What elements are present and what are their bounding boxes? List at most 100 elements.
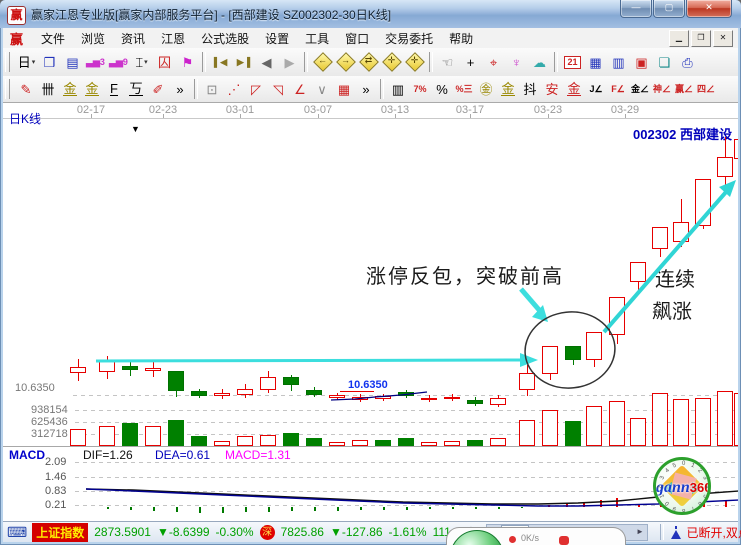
angle-lines-button[interactable]: ∠ [289,78,311,100]
menu-file[interactable]: 文件 [33,28,73,49]
chart-region[interactable]: 02-1702-2303-0103-0703-1303-1703-2303-29… [3,102,738,522]
an-box-button[interactable]: 安 [541,78,563,100]
first-page-button[interactable]: ▌◀ [209,51,232,73]
green-orb-icon[interactable] [450,530,504,545]
menu-browse[interactable]: 浏览 [73,28,113,49]
j-angle-button[interactable]: J∠ [585,78,607,100]
yellow-diamond-arrow-2-button[interactable]: → [334,51,357,73]
candle-body [306,390,322,395]
yellow-diamond-arrow-4-button[interactable]: ✛ [380,51,403,73]
copy-globe-button[interactable]: ❏ [653,51,676,73]
gann-fan-button[interactable]: ⋰ [223,78,245,100]
macd-pane-title[interactable]: MACD [9,448,45,462]
flag-analysis-button[interactable]: ⚑ [176,51,199,73]
menu-gann[interactable]: 江恩 [153,28,193,49]
dropdown-arrow-icon[interactable]: ▾ [32,58,36,66]
hook-grid-button[interactable]: 丂 [125,78,147,100]
menu-formula-stockpick[interactable]: 公式选股 [193,28,257,49]
sz-market-icon[interactable]: 深 [260,525,275,540]
box-fan-1-button[interactable]: ◸ [245,78,267,100]
caption-buttons: — ▢ ✕ [619,0,732,18]
last-page-button[interactable]: ▶▐ [232,51,255,73]
menu-news[interactable]: 资讯 [113,28,153,49]
candle-style-button[interactable]: ⌶▾ [130,51,153,73]
drawing-frame-button[interactable]: 囚 [153,51,176,73]
hand-tool-button[interactable]: ☜ [436,51,459,73]
si-angle-button[interactable]: 四∠ [695,78,717,100]
zigzag-button[interactable]: ∨ [311,78,333,100]
red-grid-button[interactable]: ▦ [333,78,355,100]
period-dropdown-icon[interactable]: ▼ [131,124,140,134]
mdi-close-button[interactable]: ✕ [713,30,733,47]
mdi-restore-button[interactable]: ❐ [691,30,711,47]
menu-settings[interactable]: 设置 [257,28,297,49]
menu-window[interactable]: 窗口 [337,28,377,49]
notes-button[interactable]: ▥ [607,51,630,73]
sh-index-badge[interactable]: 上证指数 [32,523,88,542]
overflow-1-button[interactable]: » [169,78,191,100]
gold-angle-button[interactable]: 金∠ [629,78,651,100]
yellow-diamond-arrow-1-button[interactable]: ← [311,51,334,73]
gold-grid-1-button[interactable]: 金 [59,78,81,100]
menu-tools[interactable]: 工具 [297,28,337,49]
axis-tick [91,114,92,118]
period-label[interactable]: 日K线 [9,110,41,127]
volume-bar [586,406,602,446]
connection-status-text[interactable]: 已断开,双点打开. [687,524,741,541]
gold-red-button[interactable]: 金 [563,78,585,100]
minimize-button[interactable]: — [620,0,652,18]
menu-help[interactable]: 帮助 [441,28,481,49]
overflow-2-button[interactable]: » [355,78,377,100]
connection-icon[interactable] [670,526,682,539]
bars-3-button[interactable]: ▃▅3 [84,51,107,73]
speed-popup-window[interactable]: 0K/s [446,527,626,545]
grid-tool-button[interactable]: 卌 [37,78,59,100]
f10-info-button[interactable]: ▤ [61,51,84,73]
box-frame-button[interactable]: ⊡ [201,78,223,100]
period-day-button[interactable]: 日▾ [15,51,38,73]
kline-stats-button[interactable]: ▥ [387,78,409,100]
menu-trade[interactable]: 交易委托 [377,28,441,49]
statue-tool-button[interactable]: ♆ [505,51,528,73]
pointer-mark-button[interactable]: ⌖ [482,51,505,73]
bars-9-button[interactable]: ▃▅9 [107,51,130,73]
calculator-button[interactable]: ▦ [584,51,607,73]
brain-cloud-button[interactable]: ☁ [528,51,551,73]
dropdown-arrow-icon[interactable]: ▾ [144,58,148,66]
close-button[interactable]: ✕ [686,0,732,18]
maximize-button[interactable]: ▢ [653,0,685,18]
next-page-button[interactable]: ▶ [278,51,301,73]
toolbar-grip[interactable] [5,52,10,72]
shen-angle-button[interactable]: 神∠ [651,78,673,100]
gold-circle-button[interactable]: ㊎ [475,78,497,100]
prev-page-button[interactable]: ◀ [255,51,278,73]
keyboard-icon[interactable]: ⌨ [7,525,27,539]
compass-pen-button[interactable]: ✎ [15,78,37,100]
scroll-right-arrow[interactable]: ► [634,525,647,538]
macd-hist-bar-down [153,507,155,511]
logo-ring-digit: 0 [664,500,671,507]
toolbar-grip[interactable] [5,79,10,99]
percent-three-button[interactable]: %三 [453,78,475,100]
macd-hist-bar-up [638,504,640,507]
f-grid-button[interactable]: F [103,78,125,100]
save-button[interactable]: ▣ [630,51,653,73]
gold-underline-button[interactable]: 金 [497,78,519,100]
box-fan-2-button[interactable]: ◹ [267,78,289,100]
yellow-diamond-arrow-3-button[interactable]: ⇄ [357,51,380,73]
percent-button[interactable]: % [431,78,453,100]
inline-price-underline [340,391,374,392]
calendar-21-button[interactable]: 21 [561,51,584,73]
title-bar[interactable]: 赢 赢家江恩专业版[赢家内部服务平台] - [西部建设 SZ002302-30日… [0,0,741,28]
percent-7-button[interactable]: 7% [409,78,431,100]
crosshair-tool-button[interactable]: + [459,51,482,73]
angle-compass-button[interactable]: ✐ [147,78,169,100]
pen-measure-button[interactable]: 抖 [519,78,541,100]
ying-angle-button[interactable]: 赢∠ [673,78,695,100]
multi-chart-button[interactable]: ❒ [38,51,61,73]
f-angle-button[interactable]: F∠ [607,78,629,100]
mdi-minimize-button[interactable]: ▁ [669,30,689,47]
gold-grid-2-button[interactable]: 金 [81,78,103,100]
printer-button[interactable]: ⎙ [676,51,699,73]
yellow-diamond-arrow-5-button[interactable]: ✛ [403,51,426,73]
